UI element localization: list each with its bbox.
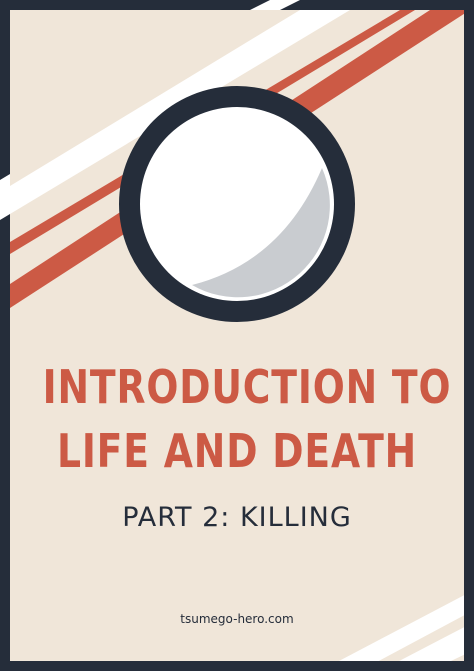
frame-stripe-top-left bbox=[0, 174, 10, 220]
website-link[interactable]: tsumego-hero.com bbox=[0, 611, 474, 627]
cover-decoration bbox=[0, 0, 464, 661]
cover-subtitle: PART 2: KILLING bbox=[122, 502, 352, 533]
go-stone-ring-icon bbox=[119, 86, 355, 322]
book-cover: INTRODUCTION TO LIFE AND DEATH PART 2: K… bbox=[0, 0, 474, 671]
frame-stripe-top bbox=[250, 0, 300, 10]
cover-title-line-2: LIFE AND DEATH bbox=[56, 424, 418, 478]
cover-title-line-1: INTRODUCTION TO bbox=[42, 360, 452, 414]
